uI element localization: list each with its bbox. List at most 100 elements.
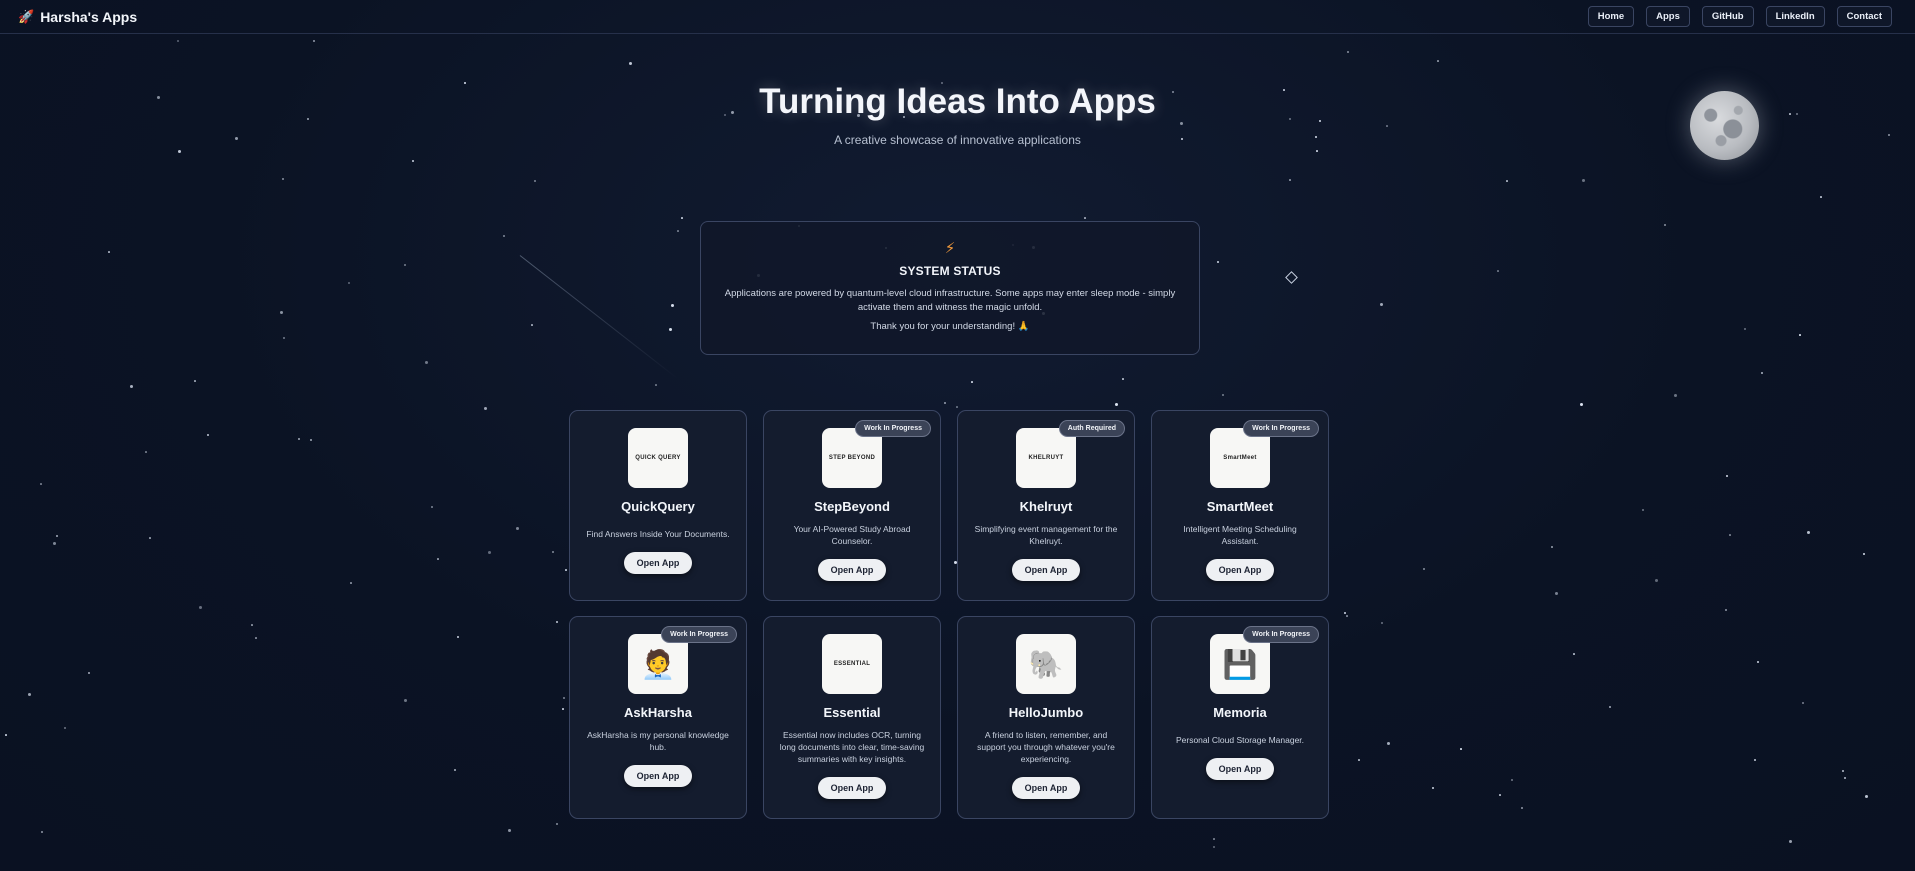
open-app-button[interactable]: Open App bbox=[1205, 758, 1275, 780]
open-app-button[interactable]: Open App bbox=[817, 777, 887, 799]
nav-github-button[interactable]: GitHub bbox=[1701, 6, 1754, 27]
nav-apps-button[interactable]: Apps bbox=[1646, 6, 1690, 27]
star bbox=[956, 406, 958, 408]
star bbox=[283, 337, 285, 339]
star bbox=[1521, 807, 1523, 809]
person-avatar-icon: 🧑‍💼 bbox=[628, 634, 688, 694]
star bbox=[207, 434, 209, 436]
star bbox=[1754, 759, 1756, 761]
document-search-icon: QUICK QUERY bbox=[628, 428, 688, 488]
open-app-button[interactable]: Open App bbox=[623, 552, 693, 574]
status-badge: Work In Progress bbox=[1243, 626, 1319, 643]
star bbox=[1122, 378, 1124, 380]
star bbox=[1346, 615, 1348, 617]
app-name: AskHarsha bbox=[624, 705, 692, 720]
app-description: Intelligent Meeting Scheduling Assistant… bbox=[1183, 524, 1297, 546]
star bbox=[255, 637, 257, 639]
star bbox=[1499, 794, 1501, 796]
star bbox=[1316, 150, 1318, 152]
star bbox=[457, 636, 459, 638]
star bbox=[1582, 179, 1585, 182]
logo-text: KHELRUYT bbox=[1028, 455, 1064, 461]
star bbox=[1217, 261, 1219, 263]
star bbox=[681, 217, 683, 219]
system-status-panel: ⚡ SYSTEM STATUS Applications are powered… bbox=[700, 221, 1200, 355]
star bbox=[178, 150, 181, 153]
app-card-khelruyt: Auth Required KHELRUYT Khelruyt Simplify… bbox=[957, 410, 1135, 601]
star bbox=[149, 537, 151, 539]
star bbox=[1344, 612, 1346, 614]
open-app-button[interactable]: Open App bbox=[1205, 559, 1275, 581]
brand[interactable]: 🚀 Harsha's Apps bbox=[18, 9, 137, 25]
star bbox=[1423, 568, 1425, 570]
app-name: Essential bbox=[823, 705, 881, 720]
open-app-button[interactable]: Open App bbox=[623, 765, 693, 787]
app-name: SmartMeet bbox=[1206, 499, 1274, 514]
star bbox=[425, 361, 428, 364]
star bbox=[1642, 509, 1644, 511]
star bbox=[1347, 51, 1349, 53]
star bbox=[108, 251, 110, 253]
star bbox=[199, 606, 202, 609]
star bbox=[1115, 403, 1118, 406]
star bbox=[1802, 702, 1804, 704]
page-title: Turning Ideas Into Apps bbox=[759, 82, 1156, 121]
star bbox=[350, 582, 352, 584]
star bbox=[552, 551, 554, 553]
top-nav: 🚀 Harsha's Apps Home Apps GitHub LinkedI… bbox=[0, 0, 1915, 34]
star bbox=[1551, 546, 1553, 548]
app-name: QuickQuery bbox=[621, 499, 695, 514]
star bbox=[1555, 592, 1558, 595]
app-name: Khelruyt bbox=[1019, 499, 1073, 514]
star bbox=[454, 769, 456, 771]
star bbox=[503, 235, 505, 237]
nav-contact-button[interactable]: Contact bbox=[1836, 6, 1892, 27]
star bbox=[944, 402, 946, 404]
app-description: Personal Cloud Storage Manager. bbox=[1175, 735, 1305, 745]
star bbox=[488, 551, 491, 554]
open-app-button[interactable]: Open App bbox=[817, 559, 887, 581]
app-card-essential: ESSENTIAL Essential Essential now includ… bbox=[763, 616, 941, 819]
star bbox=[1674, 394, 1677, 397]
nav-links: Home Apps GitHub LinkedIn Contact bbox=[1587, 6, 1892, 27]
status-thanks: Thank you for your understanding! 🙏 bbox=[870, 321, 1030, 332]
star bbox=[1844, 777, 1846, 779]
star bbox=[1387, 742, 1390, 745]
star bbox=[40, 483, 42, 485]
star bbox=[484, 407, 487, 410]
app-description: Essential now includes OCR, turning long… bbox=[779, 730, 925, 764]
star bbox=[1865, 795, 1868, 798]
open-app-button[interactable]: Open App bbox=[1011, 777, 1081, 799]
sd-card-icon: 💾 bbox=[1210, 634, 1270, 694]
star bbox=[41, 831, 43, 833]
nav-home-button[interactable]: Home bbox=[1587, 6, 1635, 27]
nav-linkedin-button[interactable]: LinkedIn bbox=[1765, 6, 1825, 27]
star bbox=[28, 693, 31, 696]
star bbox=[1842, 770, 1844, 772]
star bbox=[64, 727, 66, 729]
star bbox=[562, 708, 564, 710]
star bbox=[1761, 372, 1763, 374]
star bbox=[1460, 748, 1462, 750]
star bbox=[1725, 609, 1727, 611]
star bbox=[1213, 846, 1215, 848]
star bbox=[412, 160, 414, 162]
star bbox=[1573, 653, 1575, 655]
status-text: Applications are powered by quantum-leve… bbox=[724, 288, 1176, 313]
star bbox=[88, 672, 90, 674]
star bbox=[1820, 196, 1822, 198]
star bbox=[348, 282, 350, 284]
star bbox=[1380, 303, 1383, 306]
app-card-smartmeet: Work In Progress SmartMeet SmartMeet Int… bbox=[1151, 410, 1329, 601]
star bbox=[1432, 787, 1434, 789]
open-app-button[interactable]: Open App bbox=[1011, 559, 1081, 581]
star bbox=[1580, 403, 1583, 406]
star bbox=[563, 697, 565, 699]
star bbox=[282, 178, 284, 180]
star bbox=[1213, 838, 1215, 840]
star bbox=[53, 542, 56, 545]
star bbox=[671, 304, 674, 307]
status-title: SYSTEM STATUS bbox=[899, 264, 1001, 278]
star bbox=[1609, 706, 1611, 708]
star bbox=[1744, 328, 1746, 330]
